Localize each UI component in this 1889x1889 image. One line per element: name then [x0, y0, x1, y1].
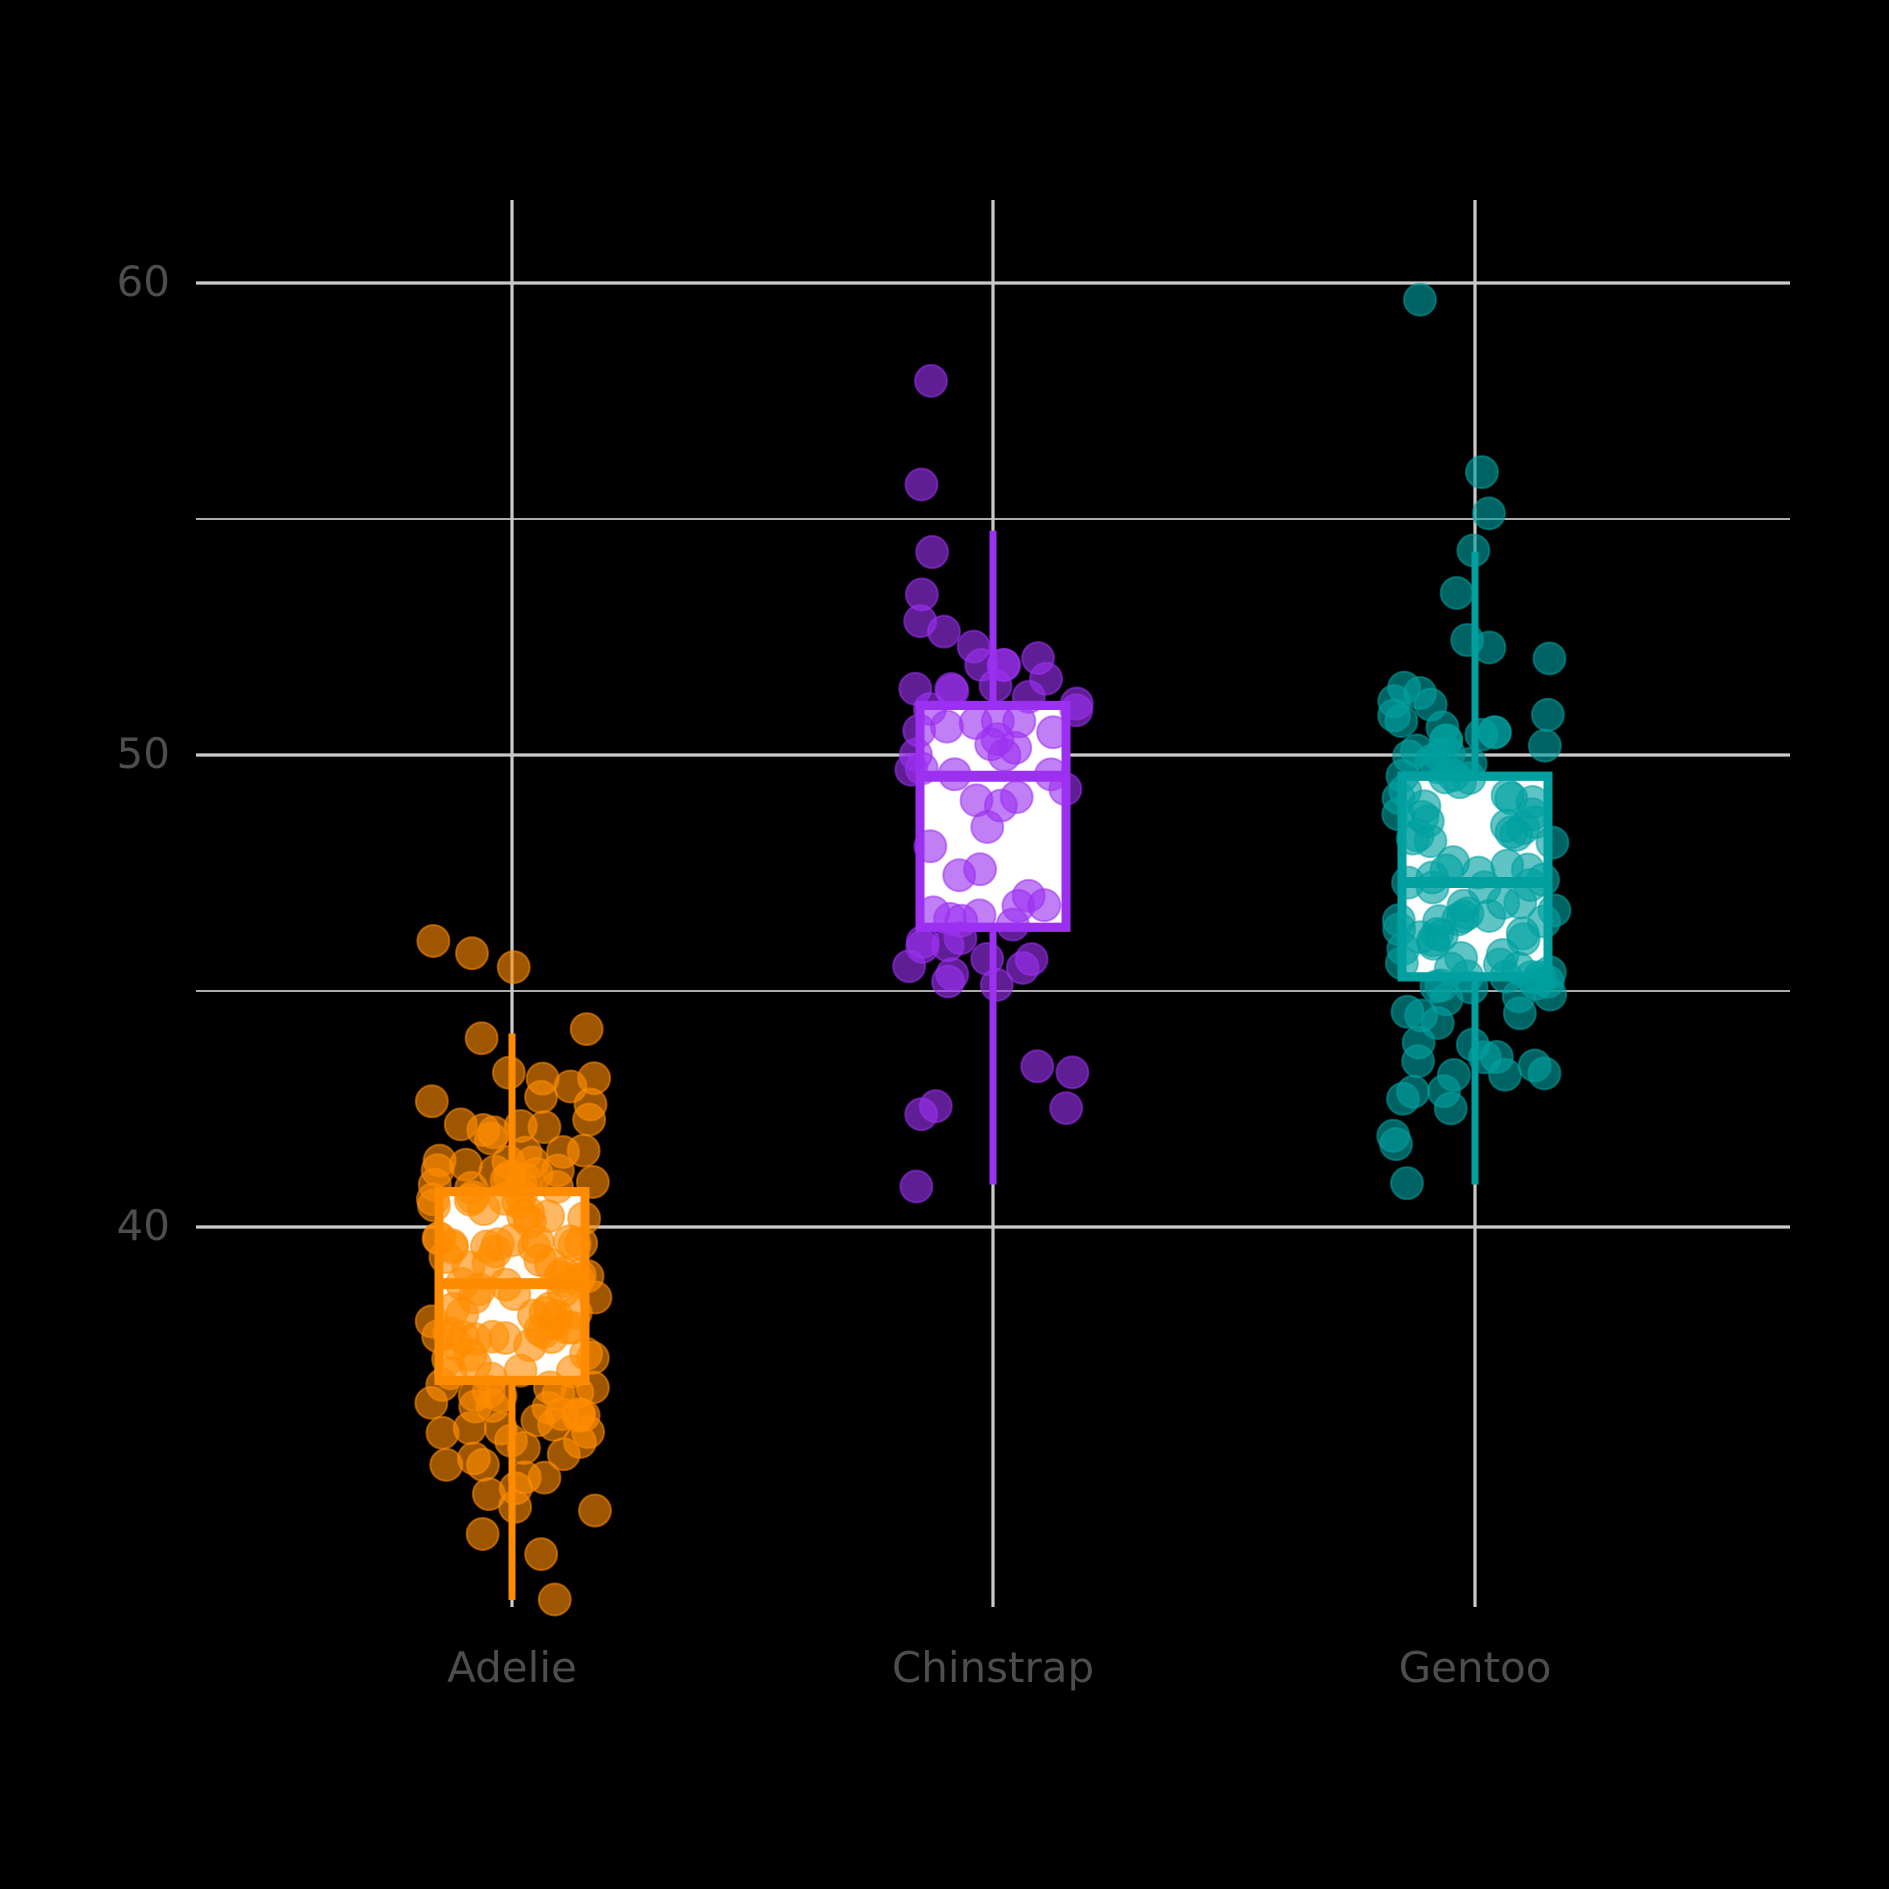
data-point [904, 467, 939, 502]
data-point [545, 1134, 580, 1169]
plot-panel [0, 0, 1889, 1889]
data-point [964, 647, 999, 682]
data-point [1020, 1049, 1055, 1084]
data-point [1433, 1091, 1468, 1126]
data-point [1379, 1127, 1414, 1162]
data-point [464, 1021, 499, 1056]
data-point [491, 1055, 526, 1090]
data-point [1527, 728, 1562, 763]
data-point [970, 941, 1005, 976]
y-tick-label-50: 50 [116, 729, 170, 778]
data-point [1049, 1091, 1084, 1126]
data-point [1537, 893, 1572, 928]
data-point [420, 1153, 455, 1188]
data-point [1055, 1055, 1090, 1090]
data-point [524, 1537, 559, 1572]
data-point [498, 1471, 533, 1506]
data-point [1385, 1081, 1420, 1116]
data-point [416, 923, 451, 958]
data-point [1503, 885, 1538, 920]
data-point [448, 1147, 483, 1182]
data-point [963, 852, 998, 887]
data-point [1532, 641, 1567, 676]
data-point [546, 1437, 581, 1472]
chart-root: 40 50 60 Adelie Chinstrap Gentoo [0, 0, 1889, 1889]
data-point [1389, 1166, 1424, 1201]
data-point [456, 1441, 491, 1476]
data-point [454, 936, 489, 971]
data-point [414, 1084, 449, 1119]
data-point [455, 1180, 490, 1215]
data-point [523, 1243, 558, 1278]
data-point [931, 964, 966, 999]
data-point [898, 671, 933, 706]
data-point [915, 535, 950, 570]
data-point [493, 1423, 528, 1458]
data-point [899, 1169, 934, 1204]
data-point [1472, 630, 1507, 665]
data-point [983, 788, 1018, 823]
data-point [918, 1089, 953, 1124]
data-point [569, 1012, 604, 1047]
data-point [1527, 1056, 1562, 1091]
data-point [525, 1061, 560, 1096]
data-point [508, 1135, 543, 1170]
x-tick-label-gentoo: Gentoo [1398, 1643, 1552, 1692]
data-point [465, 1516, 500, 1551]
data-point [414, 1385, 449, 1420]
data-point [892, 949, 927, 984]
data-point [974, 727, 1009, 762]
data-point [1404, 998, 1439, 1033]
data-point [1387, 670, 1422, 705]
data-point [1471, 496, 1506, 531]
data-point [1456, 533, 1491, 568]
data-point [904, 577, 939, 612]
data-point [1477, 715, 1512, 750]
data-point [1464, 455, 1499, 490]
data-point [1002, 704, 1037, 739]
data-point [1021, 641, 1056, 676]
y-tick-label-40: 40 [116, 1201, 170, 1250]
data-point [1014, 942, 1049, 977]
data-point [1413, 824, 1448, 859]
data-point [913, 363, 948, 398]
boxplot-canvas [196, 200, 1790, 1617]
data-point [577, 1061, 612, 1096]
y-tick-label-60: 60 [116, 257, 170, 306]
data-point [1401, 1044, 1436, 1079]
data-point [473, 1121, 508, 1156]
data-point [496, 950, 531, 985]
data-point [1027, 888, 1062, 923]
data-point [1479, 1039, 1514, 1074]
data-point [1530, 697, 1565, 732]
data-point [1420, 916, 1455, 951]
data-point [577, 1493, 612, 1528]
x-tick-label-chinstrap: Chinstrap [891, 1643, 1095, 1692]
data-point [537, 1582, 572, 1617]
data-point [1439, 575, 1474, 610]
data-point [572, 1102, 607, 1137]
data-point [1402, 282, 1437, 317]
data-point [481, 1227, 516, 1262]
data-point [526, 1315, 561, 1350]
data-point [1514, 797, 1549, 832]
data-point [539, 1170, 574, 1205]
data-point [562, 1396, 597, 1431]
x-tick-label-adelie: Adelie [447, 1643, 577, 1692]
data-point [429, 1447, 464, 1482]
